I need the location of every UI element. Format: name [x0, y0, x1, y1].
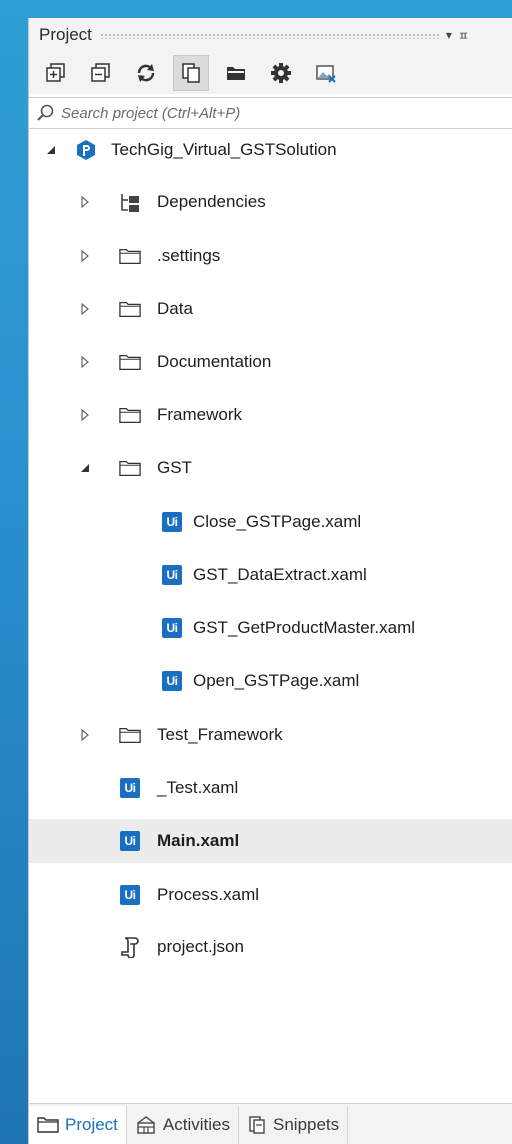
tree-item-label: Documentation: [157, 352, 272, 371]
collapsed-arrow-icon[interactable]: [79, 250, 91, 262]
panel-title: Project: [39, 25, 92, 44]
tree-item-label: GST: [157, 458, 192, 477]
tree-item-label: Test_Framework: [157, 725, 283, 744]
project-logo-icon: [75, 139, 97, 161]
tree-item-gst-getproductmaster[interactable]: Ui GST_GetProductMaster.xaml: [29, 608, 512, 648]
dependencies-icon: [119, 191, 141, 213]
tree-item-test-framework[interactable]: Test_Framework: [29, 715, 512, 755]
folder-icon: [119, 457, 141, 479]
refresh-button[interactable]: [128, 55, 164, 91]
tree-item-dependencies[interactable]: Dependencies: [29, 182, 512, 222]
search-bar: [29, 97, 512, 129]
open-folder-icon: [227, 67, 245, 80]
activities-icon: [137, 1116, 155, 1134]
xaml-file-icon: Ui: [119, 884, 141, 906]
tab-label: Project: [65, 1115, 118, 1134]
tree-item-close-gstpage[interactable]: Ui Close_GSTPage.xaml: [29, 502, 512, 542]
tab-label: Activities: [162, 1115, 230, 1134]
refresh-icon: [137, 64, 155, 82]
panel-tabs: Project Activities Snippets: [29, 1103, 512, 1144]
collapsed-arrow-icon[interactable]: [79, 303, 91, 315]
tree-item-label: Process.xaml: [157, 885, 260, 904]
pin-button[interactable]: ㅍ: [458, 27, 469, 44]
tab-project[interactable]: Project: [29, 1106, 127, 1144]
settings-gear-icon: [271, 63, 291, 83]
settings-button[interactable]: [263, 55, 299, 91]
image-remove-icon: [316, 65, 336, 83]
expand-all-icon: [46, 63, 65, 82]
panel-header: Project ▾ ㅍ: [29, 18, 512, 52]
tree-item-label: .settings: [157, 246, 221, 265]
tree-item-label: GST_DataExtract.xaml: [193, 565, 367, 584]
tree-item-open-gstpage[interactable]: Ui Open_GSTPage.xaml: [29, 661, 512, 701]
json-file-icon: [119, 936, 141, 958]
tree-item-label: Data: [157, 299, 193, 318]
collapse-all-icon: [91, 63, 110, 82]
xaml-file-icon: Ui: [119, 830, 141, 852]
tree-item-label: Close_GSTPage.xaml: [193, 512, 362, 531]
xaml-file-icon: Ui: [119, 777, 141, 799]
tree-item-label: GST_GetProductMaster.xaml: [193, 618, 416, 637]
collapsed-arrow-icon[interactable]: [79, 356, 91, 368]
folder-icon: [119, 351, 141, 373]
panel-menu-button[interactable]: ▾: [446, 28, 452, 42]
xaml-file-icon: Ui: [161, 617, 183, 639]
folder-icon: [119, 298, 141, 320]
root-label: TechGig_Virtual_GSTSolution: [111, 140, 337, 159]
tree-item-label: Main.xaml: [157, 831, 240, 850]
snippets-icon: [249, 1116, 265, 1134]
collapsed-arrow-icon[interactable]: [79, 196, 91, 208]
tree-item-label: Framework: [157, 405, 243, 424]
image-remove-button[interactable]: [308, 55, 344, 91]
tree-item-test-xaml[interactable]: Ui _Test.xaml: [29, 768, 512, 808]
tab-activities[interactable]: Activities: [127, 1106, 239, 1144]
tree-item-gst[interactable]: GST: [29, 448, 512, 488]
tree-item-label: project.json: [157, 937, 244, 956]
collapsed-arrow-icon[interactable]: [79, 409, 91, 421]
tree-item-process-xaml[interactable]: Ui Process.xaml: [29, 875, 512, 915]
folder-icon: [37, 1117, 59, 1133]
expand-all-button[interactable]: [38, 55, 74, 91]
expanded-arrow-icon[interactable]: [79, 462, 91, 474]
open-folder-button[interactable]: [218, 55, 254, 91]
collapsed-arrow-icon[interactable]: [79, 729, 91, 741]
tree-item-settings[interactable]: .settings: [29, 236, 512, 276]
tree-item-label: Open_GSTPage.xaml: [193, 671, 360, 690]
copy-files-button[interactable]: [173, 55, 209, 91]
tree-item-data[interactable]: Data: [29, 289, 512, 329]
search-input[interactable]: [59, 103, 483, 123]
folder-icon: [119, 245, 141, 267]
tree-item-framework[interactable]: Framework: [29, 395, 512, 435]
tree-item-documentation[interactable]: Documentation: [29, 342, 512, 382]
drag-grip[interactable]: [99, 33, 440, 39]
tree-item-gst-dataextract[interactable]: Ui GST_DataExtract.xaml: [29, 555, 512, 595]
folder-icon: [119, 724, 141, 746]
tab-label: Snippets: [273, 1115, 340, 1134]
tree-root[interactable]: TechGig_Virtual_GSTSolution: [29, 130, 512, 170]
search-icon: [37, 104, 54, 121]
tree-item-project-json[interactable]: project.json: [29, 927, 512, 967]
collapse-all-button[interactable]: [83, 55, 119, 91]
project-toolbar: [29, 52, 512, 94]
tree-item-label: _Test.xaml: [157, 778, 239, 797]
tree-item-main-xaml[interactable]: Ui Main.xaml: [29, 819, 512, 863]
tree-item-label: Dependencies: [157, 192, 266, 211]
xaml-file-icon: Ui: [161, 511, 183, 533]
project-panel: Project ▾ ㅍ Search project (Ctrl+Alt+P) …: [28, 18, 512, 1144]
copy-files-icon: [182, 63, 200, 83]
xaml-file-icon: Ui: [161, 670, 183, 692]
tab-snippets[interactable]: Snippets: [239, 1106, 349, 1144]
xaml-file-icon: Ui: [161, 564, 183, 586]
folder-icon: [119, 404, 141, 426]
expanded-arrow-icon[interactable]: [45, 144, 57, 156]
